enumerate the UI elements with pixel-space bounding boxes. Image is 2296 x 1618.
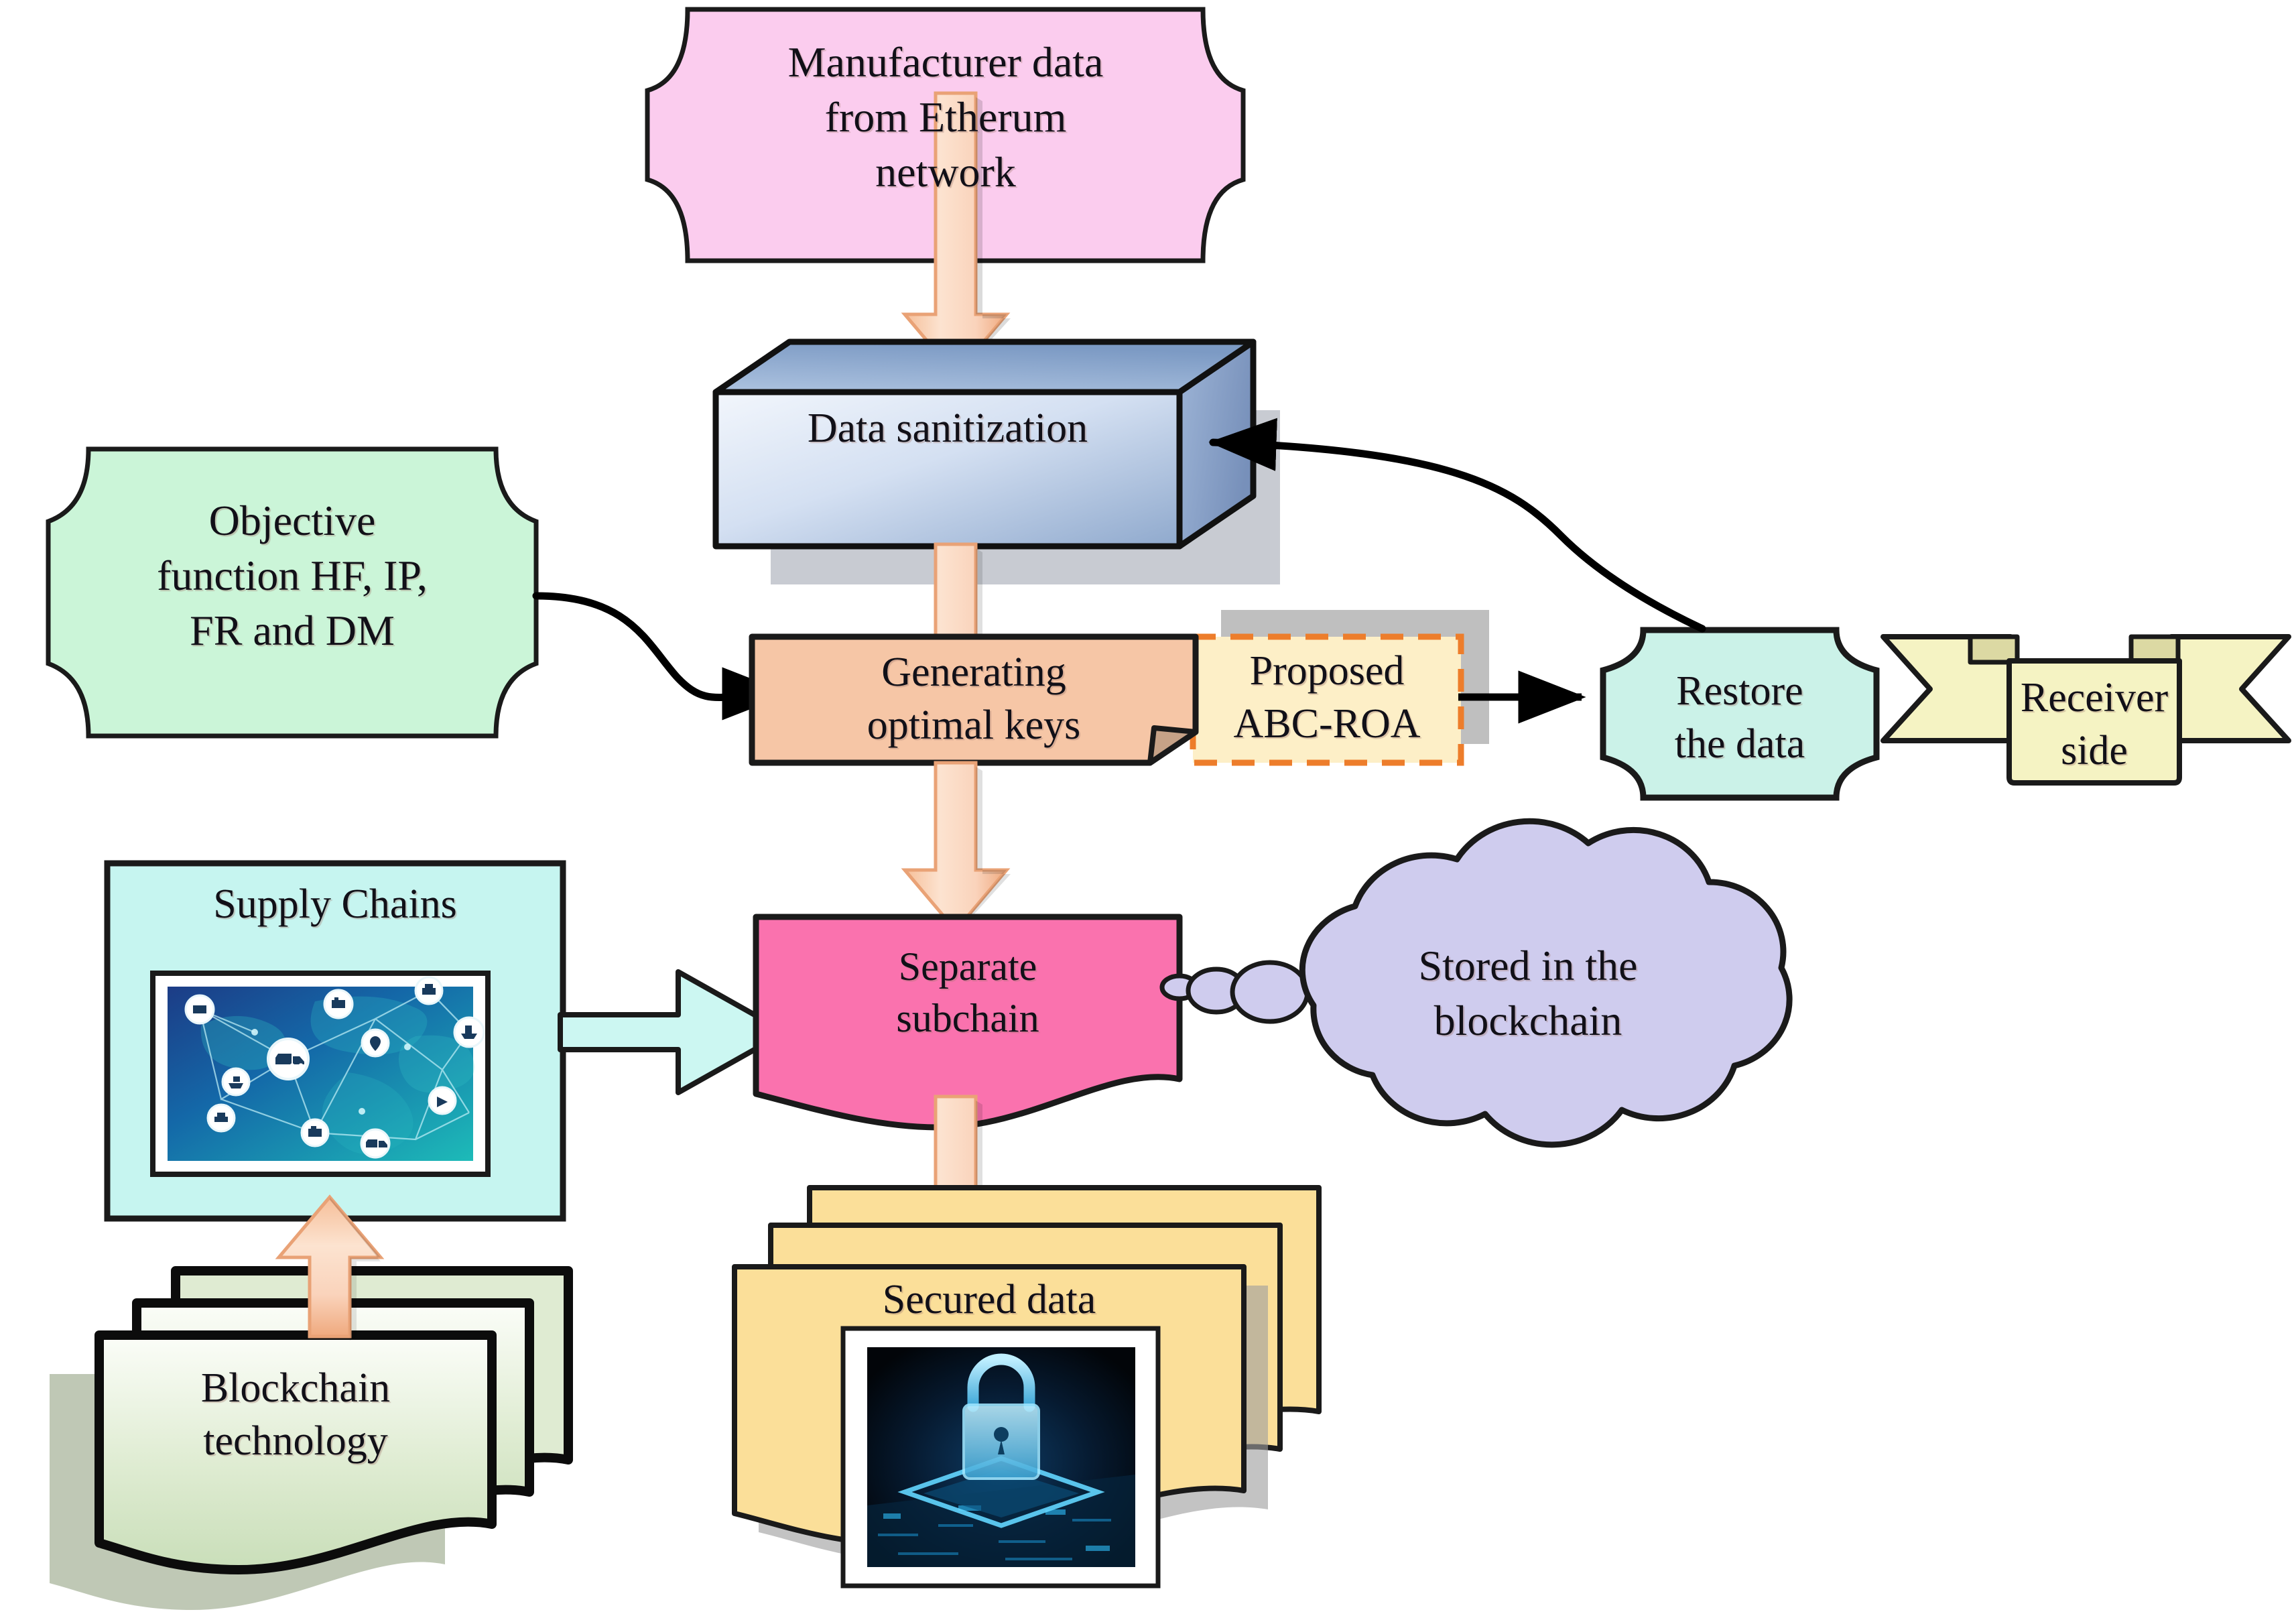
node-objective-function[interactable]: [46, 446, 539, 739]
supply-chain-network-image: [168, 976, 485, 1161]
node-restore-the-data[interactable]: [1600, 627, 1880, 801]
node-supply-chains[interactable]: [104, 860, 566, 1222]
node-receiver-side[interactable]: [1880, 634, 2291, 786]
connector-keys-to-subchain: [901, 761, 1011, 933]
blue-padlock-image: [867, 1347, 1135, 1567]
connector-supplychains-to-subchain: [558, 969, 788, 1095]
connector-subchain-to-cloud: [1159, 960, 1310, 1024]
node-proposed-abc-roa[interactable]: [1190, 610, 1489, 766]
node-stored-in-blockchain[interactable]: [1299, 818, 1793, 1148]
node-generating-optimal-keys[interactable]: [749, 633, 1199, 766]
diagram-canvas: [46, 7, 2291, 1610]
connector-restore-to-sanitization: [1208, 418, 1706, 633]
node-secured-data[interactable]: [732, 1185, 1322, 1589]
node-data-sanitization[interactable]: [712, 338, 1280, 584]
connector-objective-to-keys: [532, 592, 790, 721]
